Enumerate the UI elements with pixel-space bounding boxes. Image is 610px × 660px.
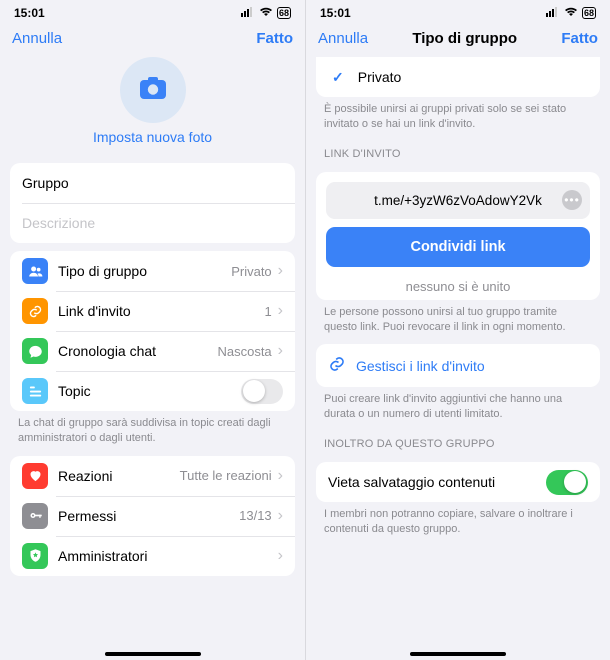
invite-header: LINK D'INVITO — [306, 134, 610, 164]
ellipsis-icon[interactable]: ••• — [562, 190, 582, 210]
photo-section: Imposta nuova foto — [0, 53, 305, 155]
battery-icon: 68 — [582, 7, 596, 19]
row-value: 1 — [264, 304, 271, 319]
row-label: Tipo di gruppo — [58, 263, 231, 279]
chevron-right-icon: › — [278, 302, 283, 320]
privacy-card: ✓ Privato — [316, 57, 600, 97]
row-label: Permessi — [58, 508, 239, 524]
key-icon — [22, 503, 48, 529]
wifi-icon — [564, 6, 578, 20]
manage-links-card: Gestisci i link d'invito — [316, 344, 600, 387]
link-icon — [328, 355, 346, 376]
row-invite-link[interactable]: Link d'invito 1 › — [10, 291, 295, 331]
camera-icon — [139, 76, 167, 105]
nav-bar: Annulla Tipo di gruppo Fatto — [306, 22, 610, 53]
signal-icon — [241, 6, 255, 20]
row-label: Amministratori — [58, 548, 272, 564]
heart-icon — [22, 463, 48, 489]
row-label: Cronologia chat — [58, 343, 217, 359]
row-label: Vieta salvataggio contenuti — [328, 474, 546, 490]
set-photo-button[interactable]: Imposta nuova foto — [93, 129, 212, 145]
invite-link-field[interactable]: t.me/+3yzW6zVoAdowY2Vk ••• — [326, 182, 590, 219]
name-description-card: Gruppo Descrizione — [10, 163, 295, 243]
row-permissions[interactable]: Permessi 13/13 › — [10, 496, 295, 536]
cancel-button[interactable]: Annulla — [12, 30, 62, 47]
row-label: Topic — [58, 383, 241, 399]
row-label: Reazioni — [58, 468, 180, 484]
manage-note: Puoi creare link d'invito aggiuntivi che… — [306, 387, 610, 424]
row-reactions[interactable]: Reazioni Tutte le reazioni › — [10, 456, 295, 496]
row-group-type[interactable]: Tipo di gruppo Privato › — [10, 251, 295, 291]
topic-note: La chat di gruppo sarà suddivisa in topi… — [0, 411, 305, 448]
group-type-icon — [22, 258, 48, 284]
chevron-right-icon: › — [278, 262, 283, 280]
row-value: Nascosta — [217, 344, 271, 359]
row-label: Link d'invito — [58, 303, 264, 319]
row-privato[interactable]: ✓ Privato — [316, 57, 600, 97]
status-right: 68 — [241, 6, 291, 20]
shield-icon — [22, 543, 48, 569]
home-indicator — [410, 652, 506, 656]
row-value: Privato — [231, 264, 271, 279]
forward-card: Vieta salvataggio contenuti — [316, 462, 600, 502]
row-value: Tutte le reazioni — [180, 468, 272, 483]
row-chat-history[interactable]: Cronologia chat Nascosta › — [10, 331, 295, 371]
cancel-button[interactable]: Annulla — [318, 30, 368, 47]
group-avatar-placeholder[interactable] — [120, 57, 186, 123]
screen-group-type: 15:01 68 Annulla Tipo di gruppo Fatto ✓ … — [305, 0, 610, 660]
nav-title: Tipo di gruppo — [412, 30, 517, 47]
battery-icon: 68 — [277, 7, 291, 19]
row-forbid-save: Vieta salvataggio contenuti — [316, 462, 600, 502]
row-value: 13/13 — [239, 508, 272, 523]
group-admin-card: Reazioni Tutte le reazioni › Permessi 13… — [10, 456, 295, 576]
row-topic: Topic — [10, 371, 295, 411]
status-bar: 15:01 68 — [306, 0, 610, 22]
chevron-right-icon: › — [278, 467, 283, 485]
link-icon — [22, 298, 48, 324]
row-label: Privato — [358, 69, 588, 85]
topic-icon — [22, 378, 48, 404]
share-link-button[interactable]: Condividi link — [326, 227, 590, 267]
status-time: 15:01 — [14, 6, 45, 20]
chevron-right-icon: › — [278, 342, 283, 360]
privacy-note: È possibile unirsi ai gruppi privati sol… — [306, 97, 610, 134]
nav-bar: Annulla Fatto — [0, 22, 305, 53]
group-settings-card: Tipo di gruppo Privato › Link d'invito 1… — [10, 251, 295, 411]
done-button[interactable]: Fatto — [256, 30, 293, 47]
chat-icon — [22, 338, 48, 364]
invite-note: Le persone possono unirsi al tuo gruppo … — [306, 300, 610, 337]
row-admins[interactable]: Amministratori › — [10, 536, 295, 576]
status-right: 68 — [546, 6, 596, 20]
invite-card: t.me/+3yzW6zVoAdowY2Vk ••• Condividi lin… — [316, 172, 600, 300]
checkmark-icon: ✓ — [332, 69, 344, 86]
home-indicator — [105, 652, 201, 656]
group-description-field[interactable]: Descrizione — [10, 203, 295, 243]
signal-icon — [546, 6, 560, 20]
status-bar: 15:01 68 — [0, 0, 305, 22]
forward-header: INOLTRO DA QUESTO GRUPPO — [306, 424, 610, 454]
done-button[interactable]: Fatto — [561, 30, 598, 47]
status-time: 15:01 — [320, 6, 351, 20]
forbid-note: I membri non potranno copiare, salvare o… — [306, 502, 610, 539]
group-name-field[interactable]: Gruppo — [10, 163, 295, 203]
topic-toggle[interactable] — [241, 379, 283, 404]
screen-group-edit: 15:01 68 Annulla Fatto — [0, 0, 305, 660]
invite-link-text: t.me/+3yzW6zVoAdowY2Vk — [374, 193, 542, 208]
forbid-save-toggle[interactable] — [546, 470, 588, 495]
chevron-right-icon: › — [278, 547, 283, 565]
chevron-right-icon: › — [278, 507, 283, 525]
manage-links-label: Gestisci i link d'invito — [356, 358, 485, 374]
joined-count: nessuno si è unito — [326, 267, 590, 296]
manage-links-button[interactable]: Gestisci i link d'invito — [316, 344, 600, 387]
wifi-icon — [259, 6, 273, 20]
